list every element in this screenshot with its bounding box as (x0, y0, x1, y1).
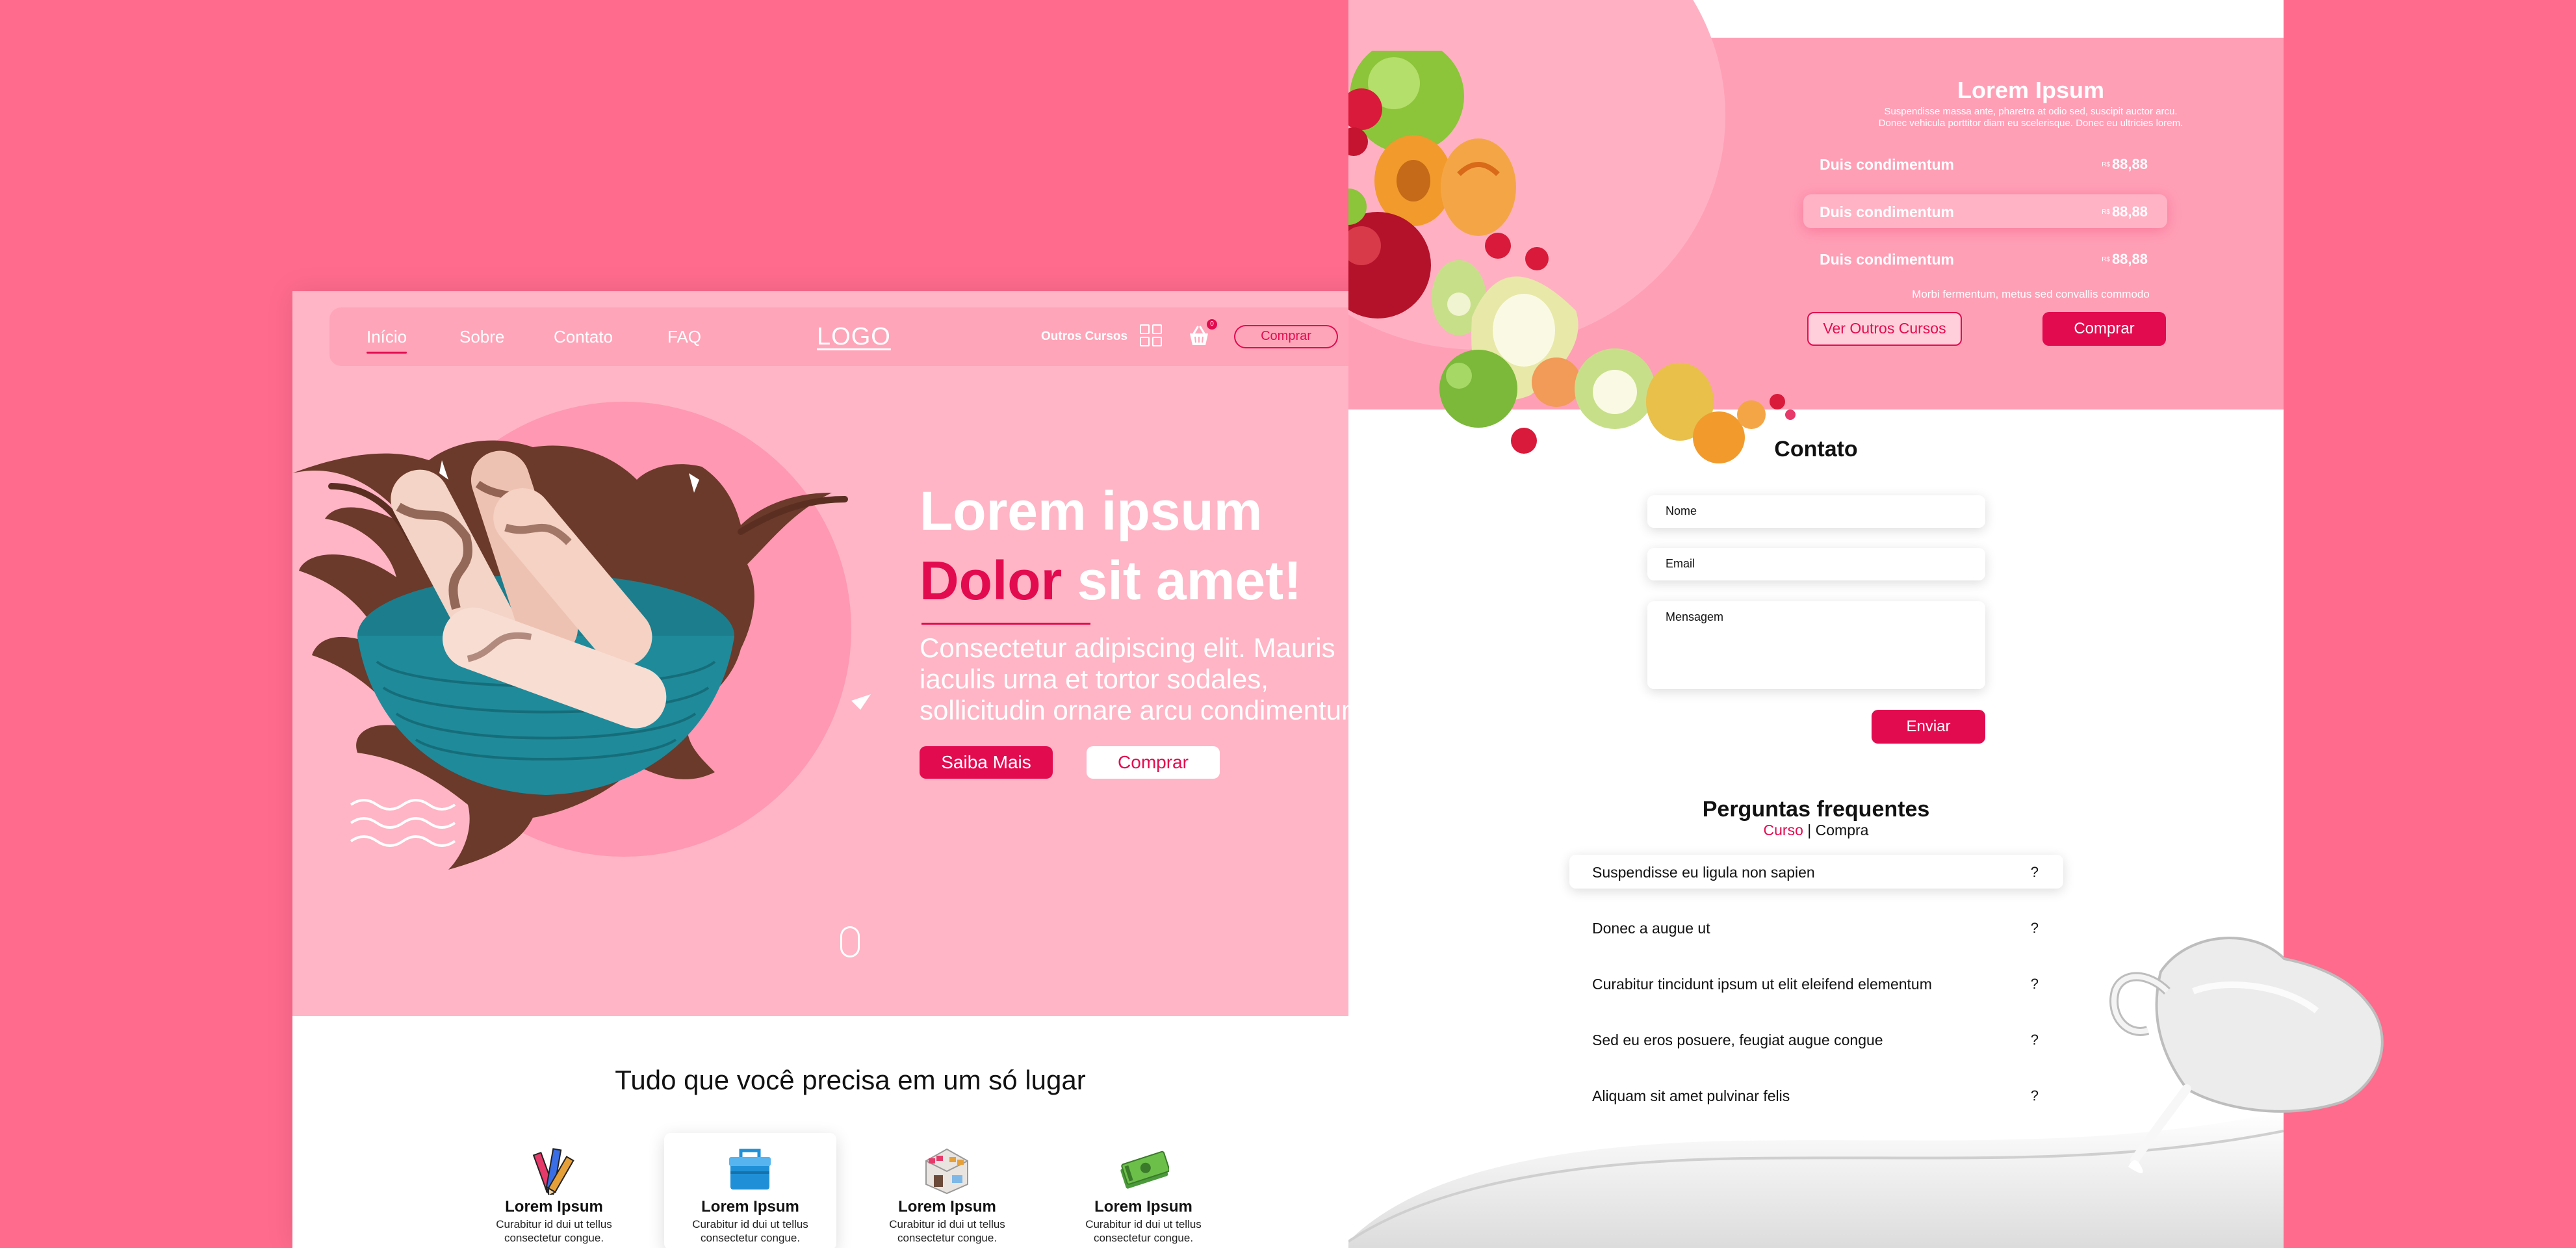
feature-title: Lorem Ipsum (701, 1198, 799, 1216)
feature-text: Curabitur id dui ut tellus consectetur c… (692, 1218, 808, 1244)
price-row-highlighted[interactable]: Duis condimentum R$ 88,88 (1803, 194, 2167, 228)
price-value: 88,88 (2111, 251, 2148, 267)
feature-title: Lorem Ipsum (1094, 1198, 1192, 1216)
price-value: 88,88 (2111, 156, 2148, 172)
hero-title-rest: sit amet! (1077, 550, 1302, 611)
faq-toggle-icon[interactable]: ? (2031, 864, 2039, 881)
other-courses-link[interactable]: Outros Cursos (1041, 330, 1127, 344)
cart-count-badge: 0 (1207, 319, 1217, 330)
nav-link-contato[interactable]: Contato (554, 327, 613, 347)
price-name: Duis condimentum (1820, 156, 1955, 173)
feature-card[interactable]: Lorem Ipsum Curabitur id dui ut tellus c… (861, 1133, 1033, 1248)
hero-divider (921, 623, 1090, 625)
faq-tab-purchase[interactable]: Compra (1816, 822, 1869, 838)
feature-title: Lorem Ipsum (898, 1198, 996, 1216)
hero-title-line-2: Dolor sit amet! (920, 549, 1302, 612)
price-currency: R$ (2102, 209, 2110, 216)
scroll-mouse-icon[interactable] (840, 926, 860, 957)
nav-link-faq[interactable]: FAQ (667, 327, 701, 347)
feature-card[interactable]: Lorem Ipsum Curabitur id dui ut tellus c… (664, 1133, 836, 1248)
price-value: 88,88 (2111, 203, 2148, 220)
nav-link-sobre[interactable]: Sobre (459, 327, 504, 347)
pricing-note: Morbi fermentum, metus sed convallis com… (1912, 288, 2150, 300)
top-navbar: Início Sobre Contato FAQ LOGO Outros Cur… (329, 307, 1371, 366)
hero-title-accent: Dolor (920, 550, 1063, 611)
email-field-label: Email (1666, 557, 1695, 570)
pricing-subtitle-line-2: Donec vehicula porttitor diam eu sceleri… (1878, 118, 2183, 129)
pencils-icon (532, 1148, 574, 1195)
learn-more-button[interactable]: Saiba Mais (920, 746, 1053, 779)
other-courses-button[interactable]: Ver Outros Cursos (1807, 312, 1962, 346)
logo[interactable]: LOGO (817, 323, 891, 351)
cooler-box-icon (729, 1149, 771, 1190)
send-button[interactable]: Enviar (1872, 710, 1985, 744)
name-field-label: Nome (1666, 504, 1697, 517)
faq-tab-course[interactable]: Curso (1764, 822, 1803, 838)
popsicle-bowl-illustration (292, 440, 871, 870)
hero-buy-button[interactable]: Comprar (1087, 746, 1220, 779)
price-name: Duis condimentum (1820, 251, 1955, 268)
price-currency: R$ (2102, 256, 2110, 263)
pricing-subtitle-line-1: Suspendisse massa ante, pharetra at odio… (1884, 106, 2178, 117)
feature-text: Curabitur id dui ut tellus consectetur c… (889, 1218, 1005, 1244)
faq-tab-separator: | (1807, 822, 1812, 838)
email-field[interactable]: Email (1647, 548, 1985, 580)
landing-page-mockup: Início Sobre Contato FAQ LOGO Outros Cur… (292, 291, 1408, 1248)
pricing-subtitle: Suspendisse massa ante, pharetra at odio… (1803, 106, 2258, 129)
feature-title: Lorem Ipsum (505, 1198, 603, 1216)
price-name: Duis condimentum (1820, 203, 1955, 220)
milk-pitcher-illustration (2109, 936, 2384, 1173)
contact-title: Contato (1774, 437, 1858, 462)
features-section: Tudo que você precisa em um só lugar Lor… (292, 1016, 1408, 1248)
feature-card[interactable]: Lorem Ipsum Curabitur id dui ut tellus c… (468, 1133, 640, 1248)
pricing-buy-button[interactable]: Comprar (2042, 312, 2166, 346)
faq-item[interactable]: Suspendisse eu ligula non sapien ? (1569, 855, 2063, 889)
faq-title: Perguntas frequentes (1702, 797, 1930, 822)
fruit-illustration (1348, 51, 1796, 463)
hero-description: Consectetur adipiscing elit. Mauris iacu… (920, 632, 1372, 725)
faq-tabs: Curso | Compra (1348, 822, 2284, 839)
feature-card[interactable]: Lorem Ipsum Curabitur id dui ut tellus c… (1057, 1133, 1230, 1248)
faq-question: Suspendisse eu ligula non sapien (1592, 864, 1815, 881)
pricing-title: Lorem Ipsum (1957, 77, 2105, 103)
price-row[interactable]: Duis condimentum R$ 88,88 (1803, 147, 2167, 181)
grid-icon[interactable] (1139, 323, 1165, 349)
price-currency: R$ (2102, 161, 2110, 168)
pricing-section: Lorem Ipsum Suspendisse massa ante, phar… (1348, 0, 2284, 463)
nav-buy-button[interactable]: Comprar (1234, 325, 1338, 348)
price-row[interactable]: Duis condimentum R$ 88,88 (1803, 242, 2167, 276)
message-field-label: Mensagem (1666, 610, 1724, 623)
money-icon (1120, 1150, 1169, 1189)
features-title: Tudo que você precisa em um só lugar (615, 1065, 1086, 1095)
feature-text: Curabitur id dui ut tellus consectetur c… (496, 1218, 612, 1244)
hero-title-line-1: Lorem ipsum (920, 480, 1263, 541)
message-field[interactable]: Mensagem (1647, 601, 1985, 689)
name-field[interactable]: Nome (1647, 495, 1985, 528)
shop-icon (925, 1148, 968, 1195)
nav-link-inicio[interactable]: Início (367, 327, 407, 354)
feature-text: Curabitur id dui ut tellus consectetur c… (1085, 1218, 1202, 1244)
